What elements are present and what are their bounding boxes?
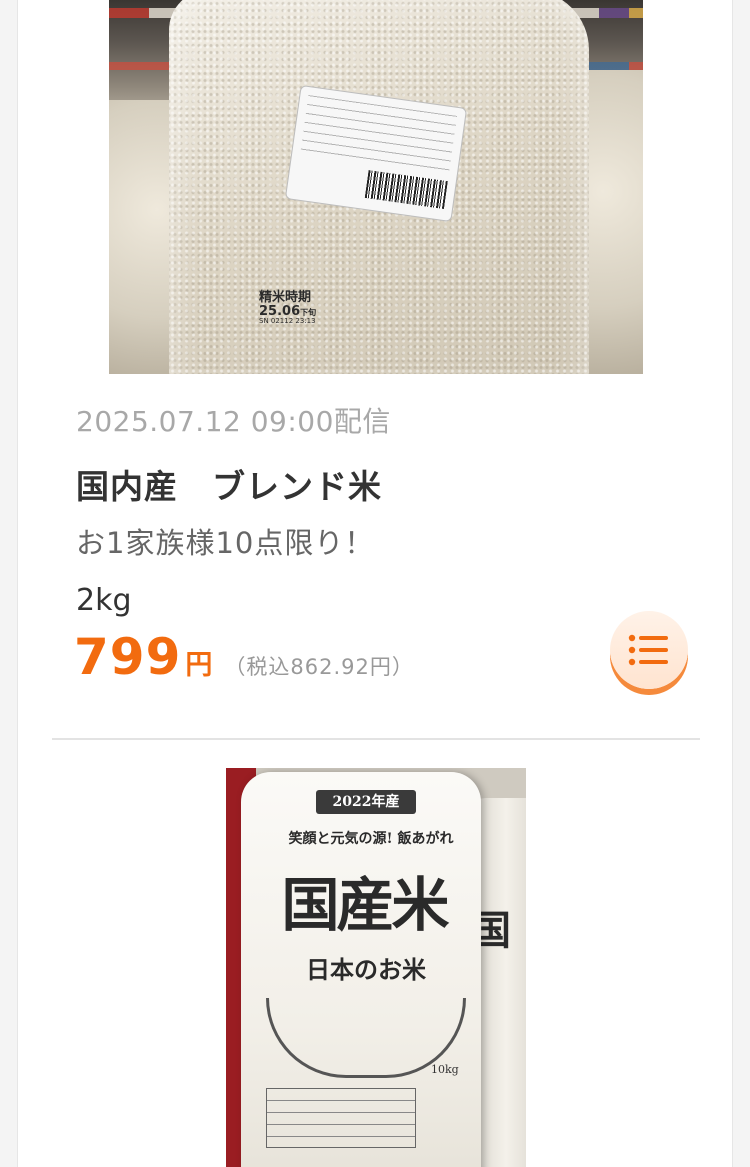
price-tax-included: （税込862.92円） — [224, 655, 414, 679]
list-icon — [628, 634, 668, 666]
product-label-sticker — [284, 84, 468, 223]
bag-info-table — [266, 1088, 416, 1148]
price-unit: 円 — [185, 650, 213, 681]
purchase-limit-note: お1家族様10点限り！ — [76, 526, 375, 560]
milling-date-stamp: 精米時期 25.06下旬 SN 02112 23:13 — [259, 291, 316, 326]
product-image-rice-bag[interactable]: 精米時期 25.06下旬 SN 02112 23:13 — [109, 0, 643, 374]
add-to-list-button[interactable] — [610, 611, 688, 689]
label-text-lines — [300, 95, 458, 174]
product-title[interactable]: 国内産 ブレンド米 — [76, 460, 382, 508]
published-datetime: 2025.07.12 09:00配信 — [76, 405, 391, 438]
bag-catchphrase: 笑顔と元気の源! 飯あがれ — [288, 831, 454, 847]
product-image-rice-bag[interactable]: 国 2022年産 笑顔と元気の源! 飯あがれ 国産米 日本のお米 10kg — [226, 768, 526, 1167]
price-value: 799 — [74, 628, 182, 686]
bag-main-text: 国産米 — [281, 871, 449, 939]
barcode — [364, 170, 448, 209]
item-divider — [52, 738, 700, 740]
milling-code: SN 02112 23:13 — [259, 317, 316, 326]
bag-sub-text: 日本のお米 — [306, 955, 426, 984]
bag-weight: 10kg — [431, 1063, 459, 1076]
product-quantity: 2kg — [76, 583, 132, 618]
harvest-year-badge: 2022年産 — [316, 790, 416, 814]
milling-date-label: 精米時期 — [259, 290, 312, 305]
price-row: 799 円 （税込862.92円） — [74, 628, 414, 688]
milling-date-suffix: 下旬 — [300, 307, 317, 317]
product-list: 精米時期 25.06下旬 SN 02112 23:13 2025.07.12 0… — [17, 0, 733, 1167]
